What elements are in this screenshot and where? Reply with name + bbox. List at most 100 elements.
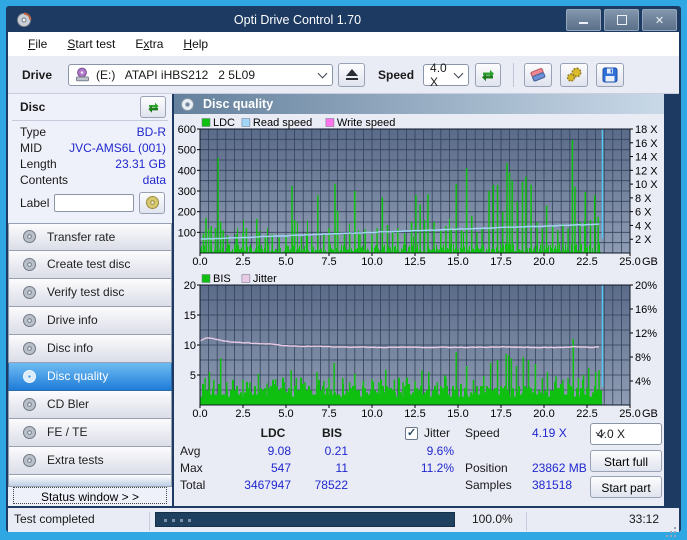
sidebar-item-label: Create test disc: [47, 257, 130, 271]
sidebar-item-fe-te[interactable]: FE / TE: [8, 419, 172, 447]
eject-button[interactable]: [338, 63, 365, 87]
progress-percent: 100.0%: [472, 512, 513, 526]
test-speed-select[interactable]: 4.0 X: [590, 423, 662, 445]
position-label: Position: [465, 461, 508, 475]
drive-label: Drive: [22, 68, 52, 82]
start-full-button[interactable]: Start full: [590, 450, 662, 472]
disc-icon: [22, 257, 37, 272]
sidebar-item-cd-bler[interactable]: CD Bler: [8, 391, 172, 419]
svg-text:LDC: LDC: [213, 117, 235, 129]
menu-item-start-test[interactable]: Start test: [57, 33, 125, 55]
minimize-button[interactable]: [566, 9, 601, 31]
divider: [12, 120, 168, 121]
minimize-icon: [579, 22, 588, 24]
svg-text:16 X: 16 X: [635, 138, 658, 150]
save-button[interactable]: [596, 63, 624, 87]
svg-text:12.5: 12.5: [404, 256, 425, 267]
disc-label-button[interactable]: [139, 192, 165, 214]
chevron-down-icon: [318, 68, 328, 78]
sidebar-item-label: Transfer rate: [47, 230, 115, 244]
sidebar-item-disc-quality[interactable]: Disc quality: [8, 363, 172, 391]
menu-item-file[interactable]: File: [18, 33, 57, 55]
disc-icon: [22, 229, 37, 244]
stat-row-label-max: Max: [180, 461, 203, 475]
sidebar: Disc TypeBD-RMIDJVC-AMS6L (001)Length23.…: [8, 94, 174, 506]
stat-jitter-avg: 9.6%: [394, 444, 454, 458]
disc-icon: [22, 341, 37, 356]
app-window: Opti Drive Control 1.70 ✕ FileStart test…: [6, 6, 681, 532]
samples-value: 381518: [532, 478, 572, 492]
jitter-checkbox[interactable]: ✓: [405, 427, 418, 440]
disc-label-input[interactable]: [54, 194, 134, 212]
eject-icon: [346, 69, 358, 76]
panel-title: Disc quality: [203, 97, 273, 111]
disc-icon: [145, 195, 160, 210]
sidebar-item-create-test-disc[interactable]: Create test disc: [8, 251, 172, 279]
svg-text:10.0: 10.0: [361, 408, 382, 420]
jitter-checkbox-label: Jitter: [424, 426, 450, 440]
close-icon: ✕: [655, 14, 664, 27]
titlebar: Opti Drive Control 1.70 ✕: [8, 8, 679, 32]
refresh-disc-button[interactable]: [140, 96, 166, 118]
sidebar-item-drive-info[interactable]: Drive info: [8, 307, 172, 335]
svg-text:200: 200: [178, 207, 196, 219]
menu-bar: FileStart testExtraHelp: [8, 32, 679, 56]
svg-text:0.0: 0.0: [192, 408, 207, 420]
maximize-button[interactable]: [604, 9, 639, 31]
status-window-button[interactable]: Status window > >: [13, 487, 167, 504]
sidebar-gradient: [8, 475, 172, 487]
disc-info-value: 23.31 GB: [115, 157, 166, 171]
svg-text:8 X: 8 X: [635, 193, 652, 205]
results-summary: LDCBIS✓JitterAvg9.080.219.6%Max5471111.2…: [174, 420, 664, 506]
eraser-icon: [529, 67, 547, 83]
disc-info-value: data: [143, 173, 166, 187]
disc-info-row: MIDJVC-AMS6L (001): [20, 140, 166, 156]
speed-select-value: 4.0 X: [430, 61, 455, 89]
erase-disc-button[interactable]: [524, 63, 552, 87]
disc-info-label: Length: [20, 157, 115, 171]
drive-select[interactable]: (E:) ATAPI iHBS212 2 5L09: [68, 64, 333, 86]
refresh-speeds-button[interactable]: [475, 63, 501, 87]
sidebar-item-extra-tests[interactable]: Extra tests: [8, 447, 172, 475]
gears-icon: [566, 67, 583, 83]
svg-text:12 X: 12 X: [635, 165, 658, 177]
start-part-button[interactable]: Start part: [590, 476, 662, 498]
menu-item-extra[interactable]: Extra: [125, 33, 173, 55]
svg-text:18 X: 18 X: [635, 124, 658, 136]
sidebar-item-disc-info[interactable]: Disc info: [8, 335, 172, 363]
disc-icon: [22, 453, 37, 468]
svg-text:20.0: 20.0: [533, 408, 554, 420]
svg-text:5: 5: [190, 370, 196, 382]
disc-info-value: JVC-AMS6L (001): [69, 141, 166, 155]
elapsed-time: 33:12: [629, 512, 659, 526]
svg-text:22.5: 22.5: [576, 408, 597, 420]
maximize-icon: [617, 15, 627, 25]
resize-grip[interactable]: [674, 527, 676, 529]
menu-item-help[interactable]: Help: [173, 33, 218, 55]
position-value: 23862 MB: [532, 461, 587, 475]
sidebar-item-label: CD Bler: [47, 397, 89, 411]
disc-icon: [22, 313, 37, 328]
svg-text:12%: 12%: [635, 328, 657, 340]
stat-ldc-avg: 9.08: [231, 444, 291, 458]
svg-text:7.5: 7.5: [321, 256, 336, 267]
speed-select[interactable]: 4.0 X: [423, 64, 469, 86]
window-title: Opti Drive Control 1.70: [32, 13, 563, 27]
svg-text:17.5: 17.5: [490, 256, 511, 267]
checkmark-icon: ✓: [407, 426, 416, 439]
speed-result-label: Speed: [465, 426, 500, 440]
sidebar-item-transfer-rate[interactable]: Transfer rate: [8, 223, 172, 251]
svg-text:22.5: 22.5: [576, 256, 597, 267]
tools-button[interactable]: [560, 63, 588, 87]
sidebar-item-label: Drive info: [47, 313, 98, 327]
svg-text:600: 600: [178, 124, 196, 136]
status-text: Test completed: [14, 512, 95, 526]
svg-text:8%: 8%: [635, 352, 651, 364]
sidebar-item-label: Disc quality: [47, 369, 108, 383]
stat-bis-max: 11: [288, 461, 348, 475]
sidebar-item-verify-test-disc[interactable]: Verify test disc: [8, 279, 172, 307]
svg-text:20%: 20%: [635, 280, 657, 292]
toolbar: Drive (E:) ATAPI iHBS212 2 5L09 Speed 4.…: [8, 56, 679, 94]
close-button[interactable]: ✕: [642, 9, 677, 31]
disc-label-caption: Label: [20, 196, 49, 210]
